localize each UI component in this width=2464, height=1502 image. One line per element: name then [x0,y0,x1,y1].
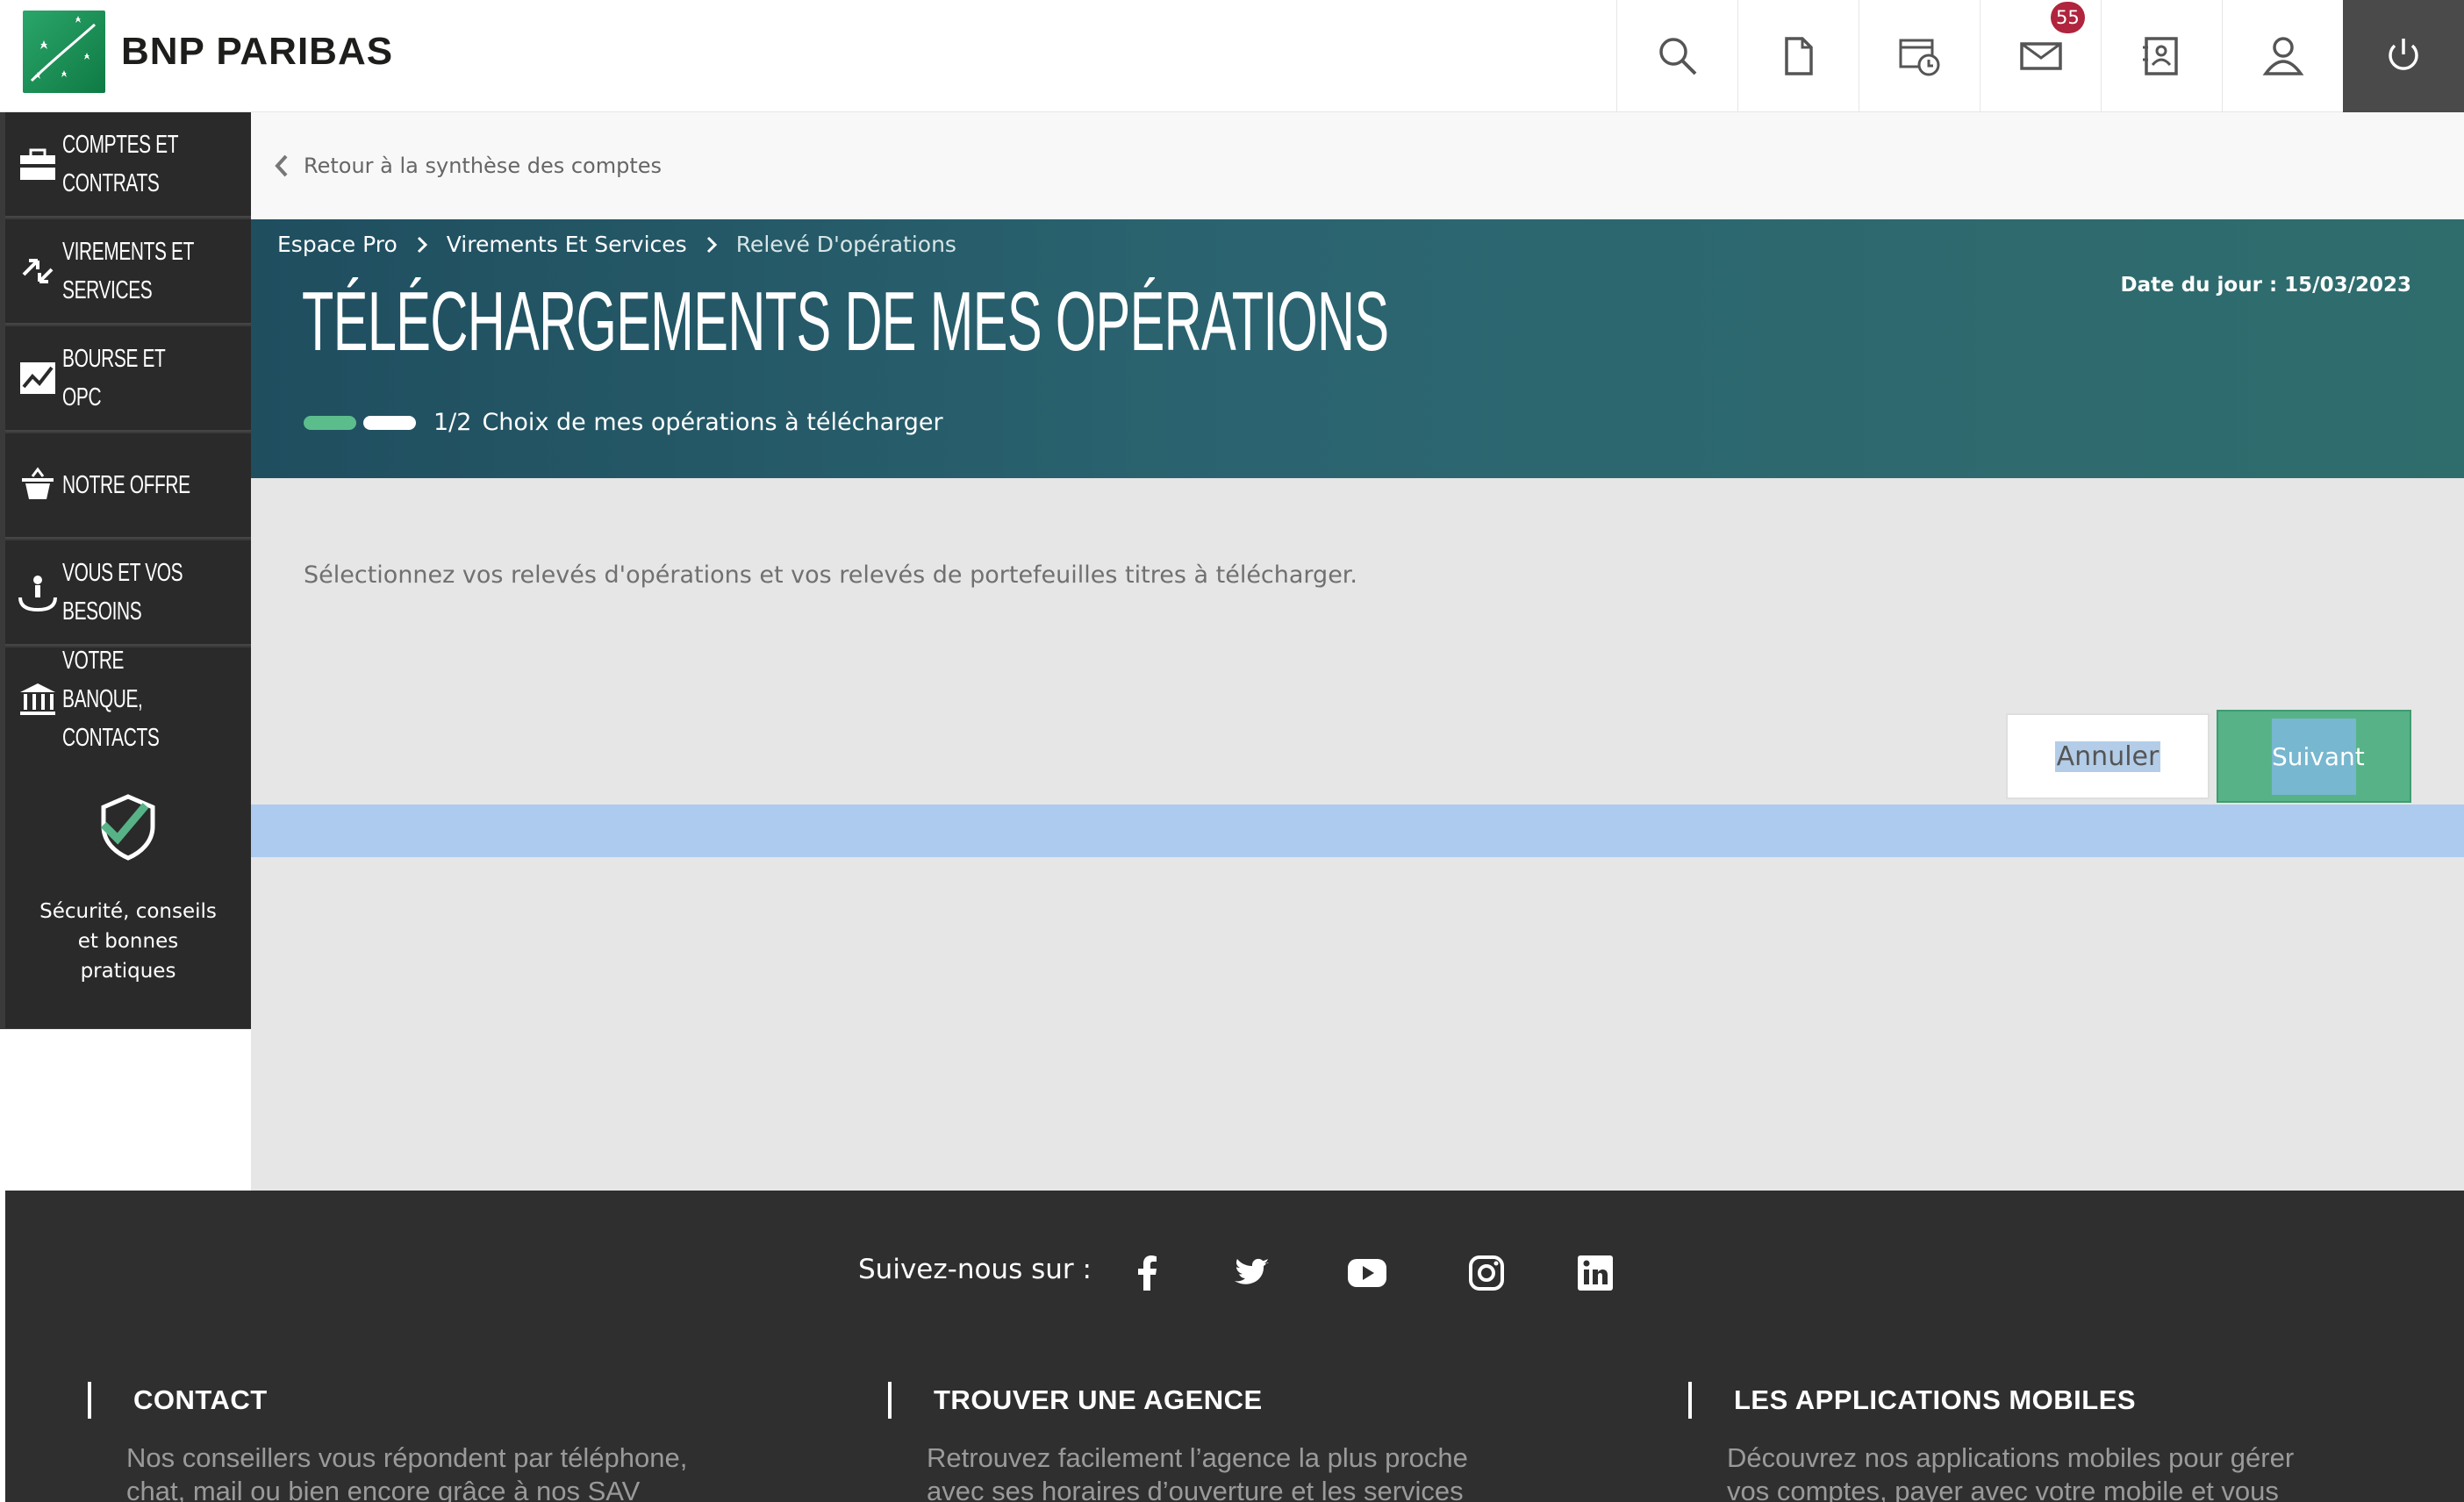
back-link[interactable]: Retour à la synthèse des comptes [251,112,2464,219]
sidebar-item-label: Virements et services [62,238,194,304]
security-tips-link[interactable]: Sécurité, conseils et bonnes pratiques [5,747,251,1028]
main-content: Sélectionnez vos relevés d'opérations et… [251,478,2464,1191]
facebook-icon [1138,1255,1157,1291]
sidebar-item-label: Bourse et OPC [62,345,166,411]
profile-button[interactable] [2222,0,2343,112]
chevron-right-icon [417,236,427,253]
sidebar-item-virements[interactable]: Virements et services [5,219,251,325]
stock-chart-icon [12,350,62,406]
footer-column-text: Retrouvez facilement l’agence la plus pr… [927,1442,1468,1473]
hand-person-icon [12,564,62,620]
progress-segment-todo [363,415,416,430]
sidebar-item-bourse[interactable]: Bourse et OPC [5,326,251,432]
text-selection-highlight [251,805,2464,857]
follow-us-label: Suivez-nous sur : [858,1254,1092,1285]
progress-segment-done [304,415,356,430]
cancel-button[interactable]: Annuler [2006,713,2210,799]
page-header-banner: Espace Pro Virements Et Services Relevé … [251,219,2464,478]
youtube-icon [1348,1259,1386,1287]
history-button[interactable] [1859,0,1980,112]
footer-column-text: vos comptes, payer avec votre mobile et … [1727,1476,2279,1502]
breadcrumb: Espace Pro Virements Et Services Relevé … [277,232,956,257]
page-title: TÉLÉCHARGEMENTS DE MES OPÉRATIONS [302,275,1389,368]
header-icon-bar: 55 [1616,0,2464,112]
footer-column-contact[interactable]: CONTACT Nos conseillers vous répondent p… [88,1382,807,1502]
footer-column-title: TROUVER UNE AGENCE [888,1382,1608,1419]
instructions-text: Sélectionnez vos relevés d'opérations et… [304,561,1358,589]
power-icon [2389,39,2418,70]
chevron-right-icon [706,236,717,253]
linkedin-icon [1578,1255,1613,1291]
document-icon [1784,37,1813,75]
shield-check-icon [100,794,155,861]
messages-button[interactable]: 55 [1980,0,2101,112]
sidebar-item-label: Vous et vos besoins [62,559,183,626]
search-icon [1658,38,1696,75]
chevron-left-icon [275,154,288,177]
instagram-link[interactable] [1462,1248,1511,1298]
sidebar-item-label: Comptes et contrats [62,131,179,197]
footer-column-agence[interactable]: TROUVER UNE AGENCE Retrouvez facilement … [888,1382,1608,1502]
basket-icon [12,457,62,513]
instagram-icon [1469,1255,1504,1291]
twitter-link[interactable] [1227,1248,1276,1298]
brand-name: BNP PARIBAS [121,30,394,73]
security-tips-label: Sécurité, conseils et bonnes pratiques [39,900,217,983]
linkedin-link[interactable] [1571,1248,1620,1298]
current-date: Date du jour : 15/03/2023 [2120,274,2411,297]
footer-column-title: CONTACT [88,1382,807,1419]
footer: Suivez-nous sur : CONTACT Nos conseiller… [5,1191,2464,1502]
breadcrumb-item-current: Relevé D'opérations [735,232,956,257]
facebook-link[interactable] [1123,1248,1172,1298]
step-counter: 1/2 [433,409,472,436]
twitter-icon [1235,1258,1269,1284]
sidebar-item-label: Notre offre [62,471,190,499]
footer-column-apps[interactable]: LES APPLICATIONS MOBILES Découvrez nos a… [1688,1382,2408,1502]
breadcrumb-item-espace-pro[interactable]: Espace Pro [277,232,398,257]
profile-icon [2262,37,2303,75]
top-header: BNP PARIBAS 55 [0,0,2464,112]
sidebar-item-comptes[interactable]: Comptes et contrats [5,112,251,218]
sidebar-item-offre[interactable]: Notre offre [5,433,251,539]
contacts-button[interactable] [2101,0,2222,112]
footer-column-text: Découvrez nos applications mobiles pour … [1727,1442,2295,1473]
bank-icon [12,671,62,727]
search-button[interactable] [1616,0,1737,112]
unread-count-badge: 55 [2051,2,2085,33]
sidebar-item-besoins[interactable]: Vous et vos besoins [5,540,251,646]
contacts-icon [2142,37,2178,75]
cancel-button-label: Annuler [2054,740,2161,772]
sidebar-item-banque[interactable]: Votre banque, contacts [5,647,251,753]
mail-icon [2019,42,2062,70]
documents-button[interactable] [1737,0,1859,112]
back-link-label: Retour à la synthèse des comptes [304,154,663,178]
briefcase-icon [12,136,62,192]
transfer-arrows-icon [12,243,62,299]
brand-logo[interactable]: BNP PARIBAS [23,11,393,93]
step-label: Choix de mes opérations à télécharger [482,409,943,436]
footer-column-text: Nos conseillers vous répondent par télép… [126,1442,688,1473]
logout-button[interactable] [2343,0,2464,112]
next-button-label: Suivant [2272,718,2365,795]
footer-column-text: avec ses horaires d’ouverture et les ser… [927,1476,1464,1502]
footer-column-title: LES APPLICATIONS MOBILES [1688,1382,2408,1419]
next-button[interactable]: Suivant [2217,710,2411,803]
step-progress: 1/2 Choix de mes opérations à télécharge… [304,409,943,436]
footer-column-text: chat, mail ou bien encore grâce à nos SA… [126,1476,641,1502]
stars-logo-icon [23,11,105,93]
breadcrumb-item-virements[interactable]: Virements Et Services [447,232,687,257]
youtube-link[interactable] [1343,1248,1392,1298]
history-icon [1899,39,1939,76]
sidebar-item-label: Votre banque, contacts [62,647,160,752]
